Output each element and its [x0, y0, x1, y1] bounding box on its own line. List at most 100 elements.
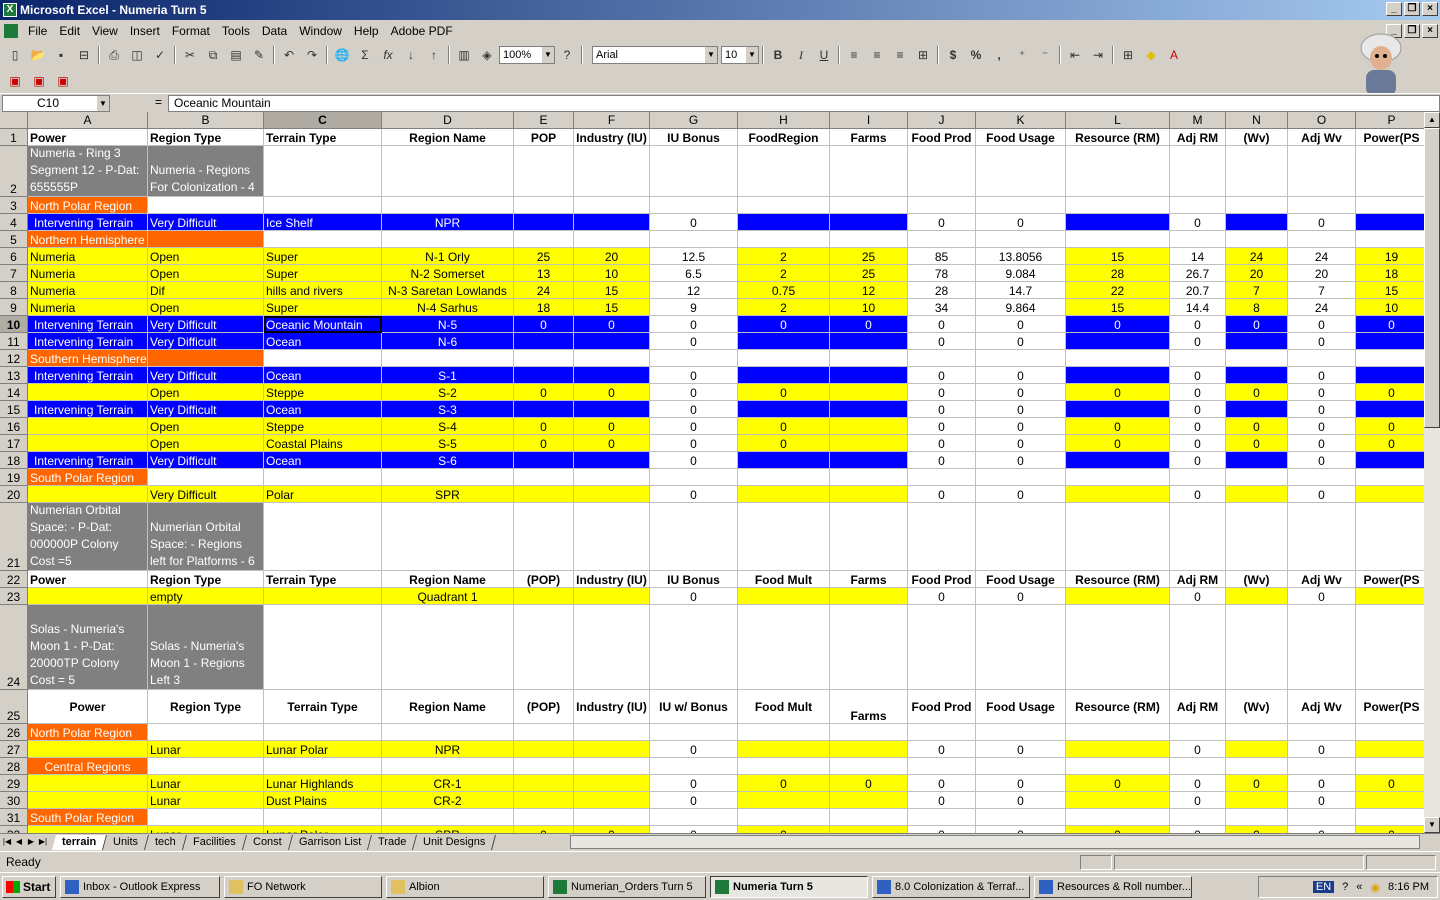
cell-o18[interactable]: 0 — [1288, 452, 1356, 469]
row-header-13[interactable]: 13 — [0, 367, 28, 384]
cell-k21[interactable] — [976, 503, 1066, 571]
cell-l8[interactable]: 22 — [1066, 282, 1170, 299]
cell-n14[interactable]: 0 — [1226, 384, 1288, 401]
cell-j14[interactable]: 0 — [908, 384, 976, 401]
cell-m1[interactable]: Adj RM — [1170, 129, 1226, 146]
cell-c28[interactable] — [264, 758, 382, 775]
cell-h12[interactable] — [738, 350, 830, 367]
cell-m23[interactable]: 0 — [1170, 588, 1226, 605]
cell-e12[interactable] — [514, 350, 574, 367]
cell-a11[interactable]: Intervening Terrain — [28, 333, 148, 350]
decrease-indent-icon[interactable]: ⇤ — [1064, 44, 1086, 66]
cell-c2[interactable] — [264, 146, 382, 197]
cell-g26[interactable] — [650, 724, 738, 741]
cell-p8[interactable]: 15 — [1356, 282, 1424, 299]
cell-j27[interactable]: 0 — [908, 741, 976, 758]
cell-c14[interactable]: Steppe — [264, 384, 382, 401]
cell-l11[interactable] — [1066, 333, 1170, 350]
menu-format[interactable]: Format — [166, 24, 216, 38]
column-header-j[interactable]: J — [908, 112, 976, 129]
cell-i10[interactable]: 0 — [830, 316, 908, 333]
font-color-icon[interactable]: A — [1163, 44, 1185, 66]
cell-b8[interactable]: Dif — [148, 282, 264, 299]
cell-h24[interactable] — [738, 605, 830, 690]
cell-n20[interactable] — [1226, 486, 1288, 503]
comma-button[interactable]: , — [988, 44, 1010, 66]
cell-e3[interactable] — [514, 197, 574, 214]
cell-i9[interactable]: 10 — [830, 299, 908, 316]
cell-k17[interactable]: 0 — [976, 435, 1066, 452]
cell-i6[interactable]: 25 — [830, 248, 908, 265]
cell-f30[interactable] — [574, 792, 650, 809]
cell-c3[interactable] — [264, 197, 382, 214]
sheet-tab-unit-designs[interactable]: Unit Designs — [413, 834, 497, 850]
language-indicator[interactable]: EN — [1312, 881, 1335, 893]
cell-o12[interactable] — [1288, 350, 1356, 367]
cell-l32[interactable]: 0 — [1066, 826, 1170, 833]
cell-g31[interactable] — [650, 809, 738, 826]
column-header-i[interactable]: I — [830, 112, 908, 129]
cell-m9[interactable]: 14.4 — [1170, 299, 1226, 316]
column-header-l[interactable]: L — [1066, 112, 1170, 129]
cell-f25[interactable]: Industry (IU) — [574, 690, 650, 724]
cell-c30[interactable]: Dust Plains — [264, 792, 382, 809]
row-header-15[interactable]: 15 — [0, 401, 28, 418]
cell-f12[interactable] — [574, 350, 650, 367]
pdf-review-icon[interactable]: ▣ — [52, 70, 74, 92]
cell-n22[interactable]: (Wv) — [1226, 571, 1288, 588]
cell-m4[interactable]: 0 — [1170, 214, 1226, 231]
cell-o13[interactable]: 0 — [1288, 367, 1356, 384]
cell-p28[interactable] — [1356, 758, 1424, 775]
row-header-5[interactable]: 5 — [0, 231, 28, 248]
close-button[interactable]: × — [1422, 2, 1438, 16]
cell-g28[interactable] — [650, 758, 738, 775]
cell-p18[interactable] — [1356, 452, 1424, 469]
cell-m7[interactable]: 26.7 — [1170, 265, 1226, 282]
cell-p32[interactable]: 0 — [1356, 826, 1424, 833]
cell-g16[interactable]: 0 — [650, 418, 738, 435]
cell-p22[interactable]: Power(PS — [1356, 571, 1424, 588]
cell-h17[interactable]: 0 — [738, 435, 830, 452]
cell-g29[interactable]: 0 — [650, 775, 738, 792]
cell-j22[interactable]: Food Prod — [908, 571, 976, 588]
row-header-25[interactable]: 25 — [0, 690, 28, 724]
cell-l12[interactable] — [1066, 350, 1170, 367]
cell-f32[interactable]: 0 — [574, 826, 650, 833]
row-header-23[interactable]: 23 — [0, 588, 28, 605]
cell-b3[interactable] — [148, 197, 264, 214]
cell-f15[interactable] — [574, 401, 650, 418]
cell-a24[interactable]: Solas - Numeria's Moon 1 - P-Dat: 20000T… — [28, 605, 148, 690]
cell-m31[interactable] — [1170, 809, 1226, 826]
cell-g4[interactable]: 0 — [650, 214, 738, 231]
zoom-select[interactable]: 100% ▼ — [499, 46, 555, 64]
menu-edit[interactable]: Edit — [53, 24, 86, 38]
cell-m6[interactable]: 14 — [1170, 248, 1226, 265]
column-header-p[interactable]: P — [1356, 112, 1424, 129]
cell-n32[interactable]: 0 — [1226, 826, 1288, 833]
cell-h10[interactable]: 0 — [738, 316, 830, 333]
restore-button[interactable]: ❐ — [1404, 2, 1420, 16]
cell-h4[interactable] — [738, 214, 830, 231]
row-header-30[interactable]: 30 — [0, 792, 28, 809]
cell-d4[interactable]: NPR — [382, 214, 514, 231]
menu-insert[interactable]: Insert — [124, 24, 166, 38]
cell-f19[interactable] — [574, 469, 650, 486]
spelling-icon[interactable]: ✓ — [149, 44, 171, 66]
cell-o30[interactable]: 0 — [1288, 792, 1356, 809]
cell-d31[interactable] — [382, 809, 514, 826]
cell-b15[interactable]: Very Difficult — [148, 401, 264, 418]
cell-b21[interactable]: Numerian Orbital Space: - Regions left f… — [148, 503, 264, 571]
cell-c1[interactable]: Terrain Type — [264, 129, 382, 146]
cell-g5[interactable] — [650, 231, 738, 248]
cell-i11[interactable] — [830, 333, 908, 350]
cell-a27[interactable] — [28, 741, 148, 758]
drawing-icon[interactable]: ◈ — [476, 44, 498, 66]
cell-c31[interactable] — [264, 809, 382, 826]
cell-k5[interactable] — [976, 231, 1066, 248]
cell-m32[interactable]: 0 — [1170, 826, 1226, 833]
cell-h21[interactable] — [738, 503, 830, 571]
cell-d1[interactable]: Region Name — [382, 129, 514, 146]
cell-i15[interactable] — [830, 401, 908, 418]
cell-k8[interactable]: 14.7 — [976, 282, 1066, 299]
cell-h19[interactable] — [738, 469, 830, 486]
